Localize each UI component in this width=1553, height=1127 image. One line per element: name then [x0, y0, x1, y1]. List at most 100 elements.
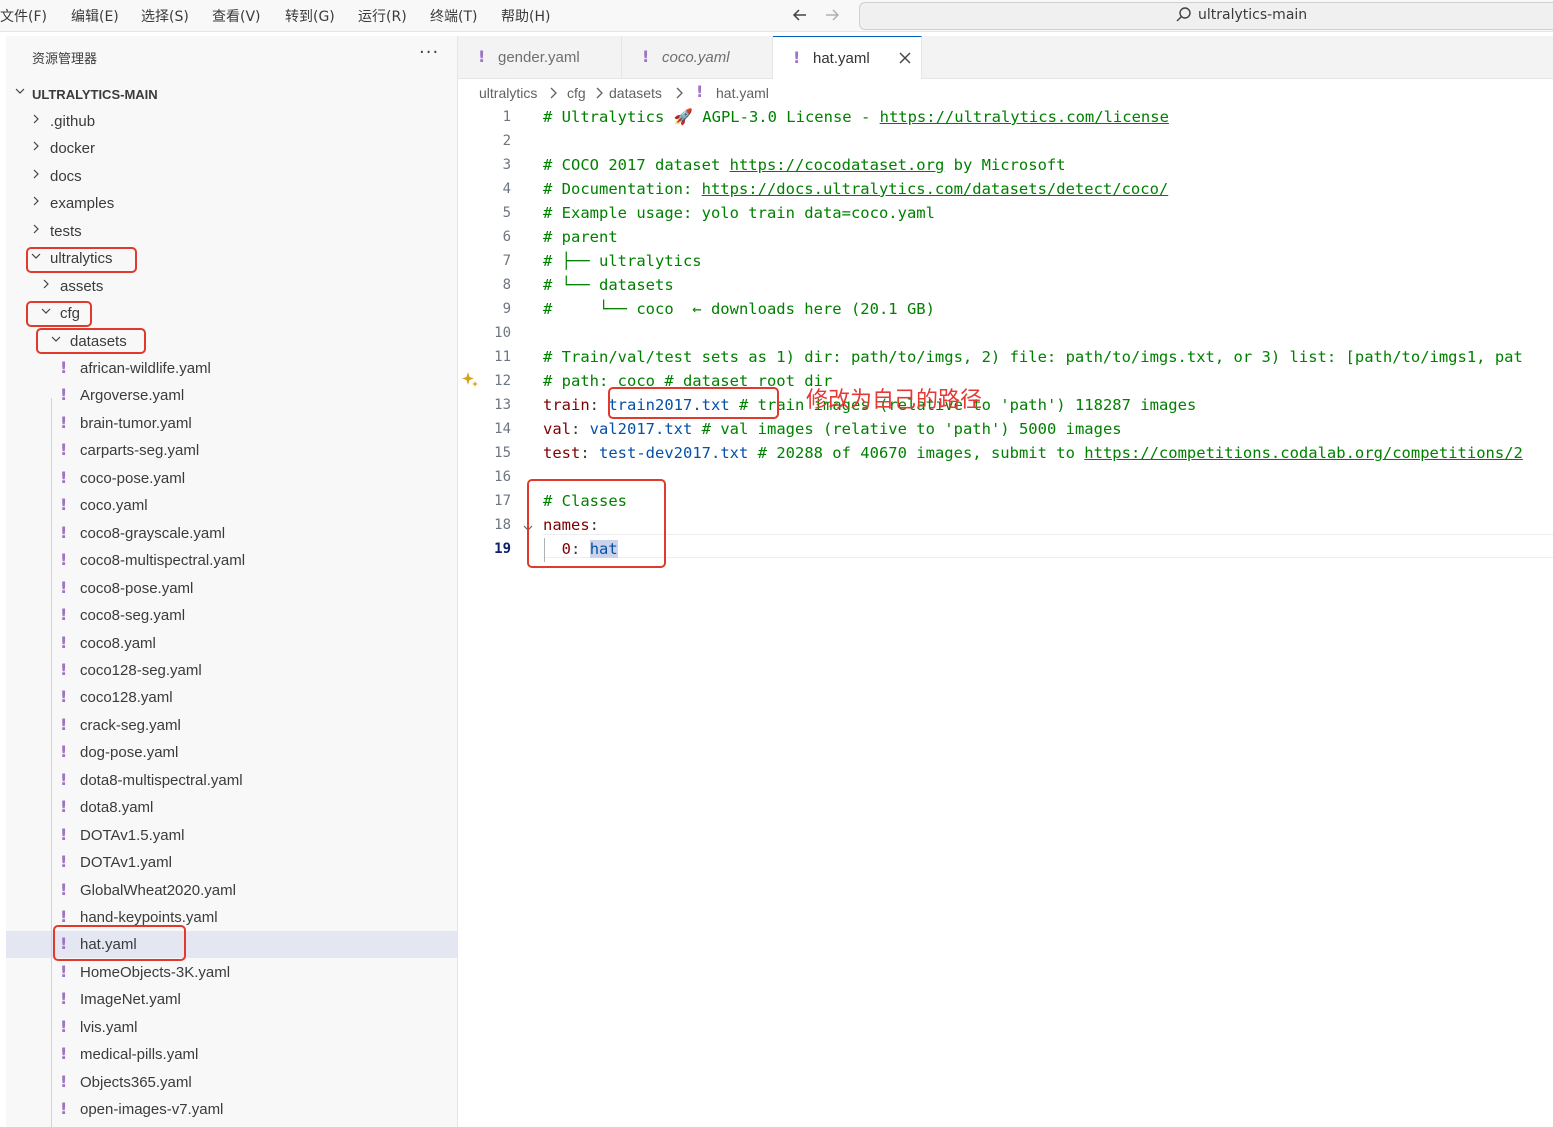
tree-file[interactable]: ! coco-pose.yaml: [6, 465, 457, 492]
comment: # ├── ultralytics: [543, 252, 702, 270]
close-icon[interactable]: [897, 50, 913, 70]
code-line: 14 val: val2017.txt # val images (relati…: [458, 418, 1553, 442]
tree-folder-examples[interactable]: examples: [6, 190, 457, 217]
tree-item-label: coco8.yaml: [80, 635, 156, 652]
cocodataset-link[interactable]: https://cocodataset.org: [730, 156, 945, 174]
code-editor[interactable]: 1 # Ultralytics 🚀 AGPL-3.0 License - htt…: [458, 106, 1553, 1127]
line-number: 7: [502, 253, 511, 269]
chevron-right-icon: [549, 85, 559, 104]
tree-file[interactable]: ! african-wildlife.yaml: [6, 355, 457, 382]
breadcrumb-item[interactable]: datasets: [609, 85, 662, 101]
tree-folder-assets[interactable]: assets: [6, 273, 457, 300]
tab-gender-yaml[interactable]: ! gender.yaml: [458, 36, 622, 78]
editor-tab-bar: ! gender.yaml ! coco.yaml ! hat.yaml: [458, 36, 1553, 79]
tree-folder-tests[interactable]: tests: [6, 218, 457, 245]
tree-file[interactable]: ! open-images-v7.yaml: [6, 1096, 457, 1123]
breadcrumb-item[interactable]: cfg: [567, 85, 586, 101]
tab-coco-yaml[interactable]: ! coco.yaml: [622, 36, 773, 78]
more-actions-icon[interactable]: ···: [419, 42, 439, 63]
tree-file[interactable]: ! coco8-grayscale.yaml: [6, 520, 457, 547]
yaml-file-icon: !: [60, 1072, 68, 1091]
tree-folder-docker[interactable]: docker: [6, 135, 457, 162]
menu-go[interactable]: 转到(G): [285, 6, 335, 26]
tree-file[interactable]: ! crack-seg.yaml: [6, 712, 457, 739]
chevron-down-icon[interactable]: [14, 84, 26, 96]
command-center-search[interactable]: ultralytics-main: [859, 2, 1553, 30]
tree-file[interactable]: ! coco128-seg.yaml: [6, 657, 457, 684]
chevron-right-icon: [675, 85, 685, 104]
comment: by Microsoft: [944, 156, 1066, 174]
yaml-file-icon: !: [60, 797, 68, 816]
menu-help[interactable]: 帮助(H): [501, 6, 550, 26]
forward-arrow-icon[interactable]: [822, 2, 842, 33]
chevron-right-icon[interactable]: [30, 139, 42, 151]
tree-file[interactable]: ! coco8-multispectral.yaml: [6, 547, 457, 574]
breadcrumb-item[interactable]: hat.yaml: [716, 85, 769, 101]
tree-item-label: GlobalWheat2020.yaml: [80, 882, 236, 899]
code-line: 15 test: test-dev2017.txt # 20288 of 406…: [458, 442, 1553, 466]
tree-file[interactable]: ! dota8-multispectral.yaml: [6, 767, 457, 794]
tree-file[interactable]: ! HomeObjects-3K.yaml: [6, 959, 457, 986]
menu-selection[interactable]: 选择(S): [141, 6, 189, 26]
docs-link[interactable]: https://docs.ultralytics.com/datasets/de…: [702, 180, 1169, 198]
tree-file[interactable]: ! coco8-pose.yaml: [6, 575, 457, 602]
comment: # └── datasets: [543, 276, 674, 294]
codalab-link[interactable]: https://competitions.codalab.org/competi…: [1084, 444, 1523, 462]
tree-file[interactable]: ! Objects365.yaml: [6, 1069, 457, 1096]
yaml-file-icon: !: [60, 770, 68, 789]
tree-file[interactable]: ! dota8.yaml: [6, 794, 457, 821]
line-number: 13: [494, 397, 511, 413]
menu-view[interactable]: 查看(V): [212, 6, 261, 26]
tree-file[interactable]: ! ImageNet.yaml: [6, 986, 457, 1013]
tree-file[interactable]: ! coco8-seg.yaml: [6, 602, 457, 629]
tree-file[interactable]: ! medical-pills.yaml: [6, 1041, 457, 1068]
tree-file[interactable]: ! coco128.yaml: [6, 684, 457, 711]
comment: # └── coco ← downloads here (20.1 GB): [543, 300, 935, 318]
tree-file[interactable]: ! DOTAv1.yaml: [6, 849, 457, 876]
menu-edit[interactable]: 编辑(E): [71, 6, 119, 26]
tree-folder-docs[interactable]: docs: [6, 163, 457, 190]
menu-run[interactable]: 运行(R): [358, 6, 407, 26]
line-number: 17: [494, 493, 511, 509]
code-line: 6 # parent: [458, 226, 1553, 250]
line-number: 5: [502, 205, 511, 221]
chevron-right-icon[interactable]: [40, 277, 52, 289]
code-line: 11 # Train/val/test sets as 1) dir: path…: [458, 346, 1553, 370]
tree-item-label: ULTRALYTICS-MAIN: [32, 87, 158, 102]
chevron-right-icon[interactable]: [30, 194, 42, 206]
tree-file[interactable]: ! GlobalWheat2020.yaml: [6, 877, 457, 904]
tree-item-label: lvis.yaml: [80, 1019, 138, 1036]
yaml-file-icon: !: [60, 742, 68, 761]
code-line: 4 # Documentation: https://docs.ultralyt…: [458, 178, 1553, 202]
tree-file[interactable]: ! Argoverse.yaml: [6, 382, 457, 409]
line-number: 16: [494, 469, 511, 485]
yaml-file-icon: !: [60, 852, 68, 871]
chevron-right-icon[interactable]: [30, 167, 42, 179]
code-line: 10: [458, 322, 1553, 346]
breadcrumb-item[interactable]: ultralytics: [479, 85, 537, 101]
tree-item-label: coco128.yaml: [80, 689, 173, 706]
tree-file[interactable]: ! coco.yaml: [6, 492, 457, 519]
tree-file[interactable]: ! brain-tumor.yaml: [6, 410, 457, 437]
tree-file[interactable]: ! DOTAv1.5.yaml: [6, 822, 457, 849]
chevron-right-icon[interactable]: [30, 112, 42, 124]
license-link[interactable]: https://ultralytics.com/license: [880, 108, 1169, 126]
tree-file[interactable]: ! lvis.yaml: [6, 1014, 457, 1041]
tab-label: coco.yaml: [662, 49, 730, 66]
tree-item-label: HomeObjects-3K.yaml: [80, 964, 231, 981]
tree-file[interactable]: ! carparts-seg.yaml: [6, 437, 457, 464]
tree-file[interactable]: ! dog-pose.yaml: [6, 739, 457, 766]
chevron-right-icon[interactable]: [30, 222, 42, 234]
back-arrow-icon[interactable]: [790, 2, 810, 33]
tree-file[interactable]: ! coco8.yaml: [6, 630, 457, 657]
tree-item-label: docker: [50, 140, 96, 157]
tree-folder-github[interactable]: .github: [6, 108, 457, 135]
tab-hat-yaml[interactable]: ! hat.yaml: [773, 36, 922, 79]
comment: # val images (relative to 'path') 5000 i…: [701, 420, 1122, 438]
tree-root-ultralytics-main[interactable]: ULTRALYTICS-MAIN: [6, 80, 457, 107]
comment: # COCO 2017 dataset: [543, 156, 730, 174]
yaml-file-icon: !: [60, 550, 68, 569]
menu-file[interactable]: 文件(F): [0, 6, 47, 26]
menu-terminal[interactable]: 终端(T): [430, 6, 477, 26]
yaml-file-icon: !: [642, 47, 650, 66]
